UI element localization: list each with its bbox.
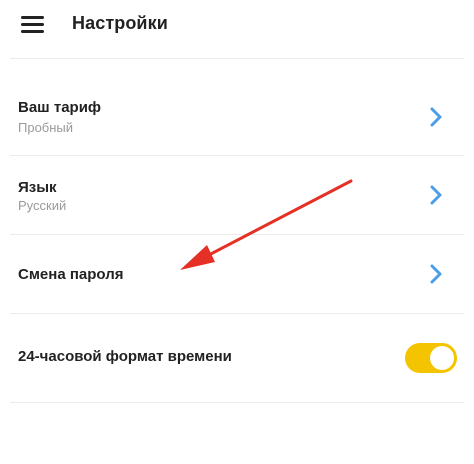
hamburger-menu-icon[interactable] [21,16,44,34]
time-format-toggle[interactable] [405,343,457,373]
chevron-right-icon [430,185,442,205]
chevron-right-icon [430,107,442,127]
toggle-knob [430,346,454,370]
time-format-label: 24-часовой формат времени [18,348,232,365]
chevron-right-icon [430,264,442,284]
language-value: Русский [18,198,67,213]
page-title: Настройки [72,13,168,33]
settings-item-language[interactable]: Язык Русский [0,156,474,234]
tariff-value: Пробный [18,120,74,135]
settings-item-time-format: 24-часовой формат времени [0,314,474,402]
language-label: Язык [18,179,57,196]
top-bar: Настройки [0,0,474,50]
change-password-label: Смена пароля [18,266,124,283]
divider [10,402,464,403]
tariff-label: Ваш тариф [18,99,102,116]
settings-item-change-password[interactable]: Смена пароля [0,235,474,313]
settings-item-tariff[interactable]: Ваш тариф Пробный [0,59,474,155]
